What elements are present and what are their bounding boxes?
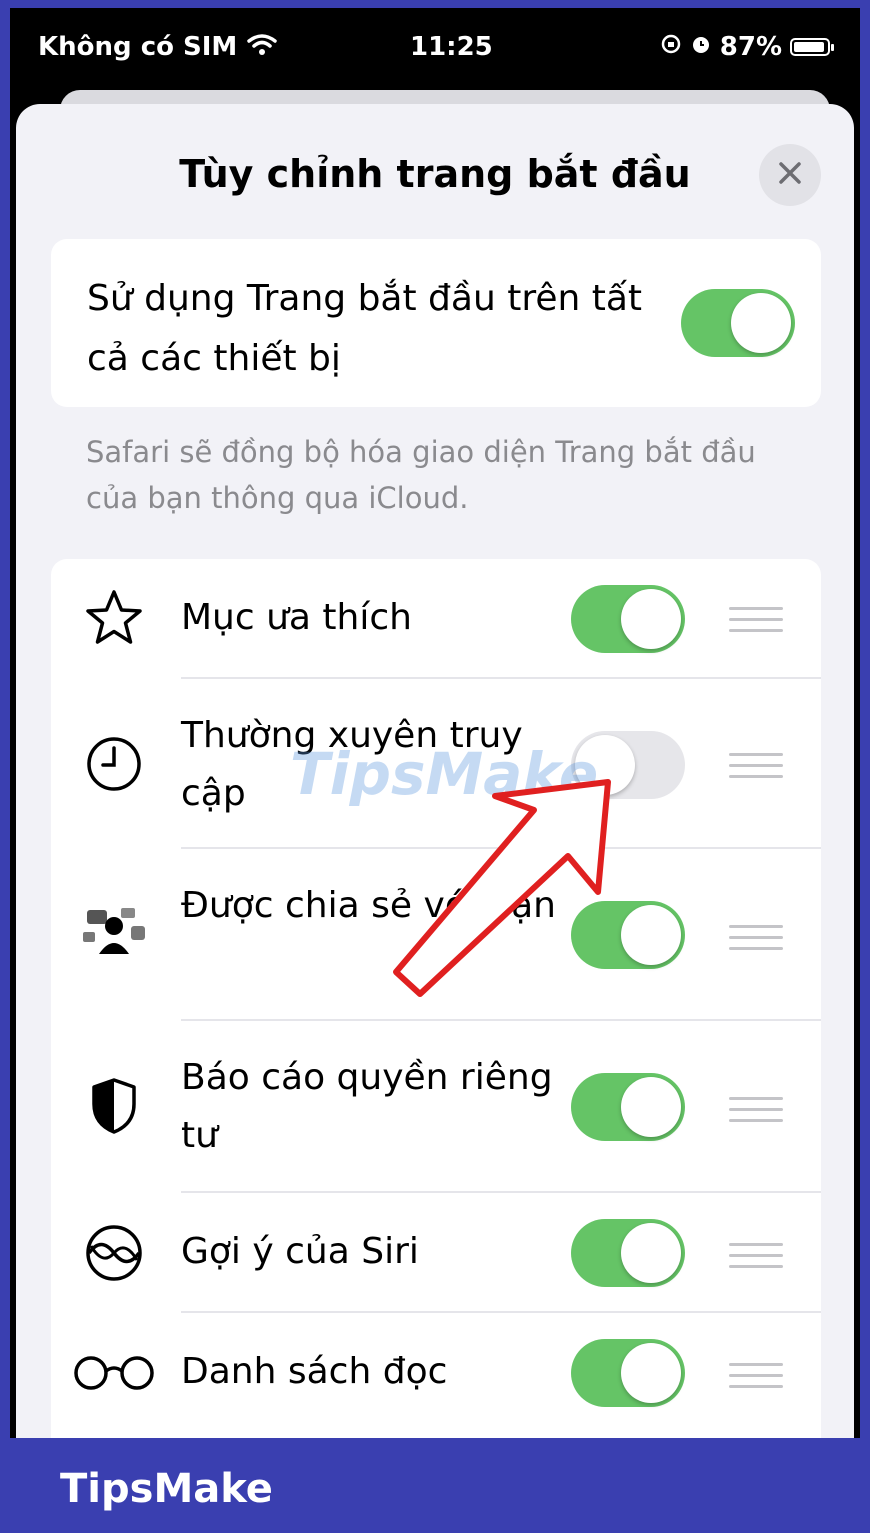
reorder-handle[interactable] [729, 607, 783, 637]
shared-with-you-toggle[interactable] [571, 901, 685, 969]
wifi-icon [247, 32, 278, 62]
reading-list-label: Danh sách đọc [181, 1351, 448, 1392]
sync-footnote: Safari sẽ đồng bộ hóa giao diện Trang bắ… [86, 435, 756, 515]
carrier-group: Không có SIM [38, 32, 278, 62]
shared-with-you-icon [79, 899, 149, 969]
reorder-handle[interactable] [729, 1243, 783, 1273]
status-bar: Không có SIM 11:25 87% [10, 8, 860, 88]
siri-suggestions-toggle[interactable] [571, 1219, 685, 1287]
privacy-report-label: Báo cáo quyền riêng tư [181, 1057, 553, 1156]
siri-icon [79, 1218, 149, 1288]
reorder-handle[interactable] [729, 1097, 783, 1127]
alarm-icon [690, 32, 712, 62]
favorites-toggle[interactable] [571, 585, 685, 653]
star-icon [79, 584, 149, 654]
favorites-label: Mục ưa thích [181, 597, 412, 638]
list-item-favorites: Mục ưa thích [51, 559, 821, 679]
sync-toggle[interactable] [681, 289, 795, 357]
reorder-handle[interactable] [729, 753, 783, 783]
privacy-shield-icon [79, 1071, 149, 1141]
carrier-label: Không có SIM [38, 32, 238, 62]
glasses-icon [71, 1338, 157, 1408]
orientation-lock-icon [660, 32, 682, 62]
reorder-handle[interactable] [729, 925, 783, 955]
shared-with-you-label: Được chia sẻ với bạn [181, 885, 556, 926]
battery-percent: 87% [719, 32, 782, 62]
brand-bar: TipsMake [0, 1438, 870, 1533]
list-item-privacy-report: Báo cáo quyền riêng tư [51, 1021, 821, 1193]
reading-list-toggle[interactable] [571, 1339, 685, 1407]
sync-card: Sử dụng Trang bắt đầu trên tất cả các th… [51, 239, 821, 407]
brand-label: TipsMake [60, 1466, 273, 1512]
privacy-report-toggle[interactable] [571, 1073, 685, 1141]
sections-list: Mục ưa thích Thường xuyên truy cập Được … [51, 559, 821, 1459]
clock-label: 11:25 [410, 32, 493, 62]
list-item-shared-with-you: Được chia sẻ với bạn [51, 849, 821, 1021]
watermark: TipsMake [290, 740, 599, 808]
close-icon [776, 159, 804, 192]
sheet-title: Tùy chỉnh trang bắt đầu [179, 152, 691, 196]
siri-suggestions-label: Gợi ý của Siri [181, 1231, 419, 1272]
close-button[interactable] [759, 144, 821, 206]
status-right: 87% [660, 32, 834, 62]
reorder-handle[interactable] [729, 1363, 783, 1393]
sync-label: Sử dụng Trang bắt đầu trên tất cả các th… [87, 278, 643, 379]
list-item-reading-list: Danh sách đọc [51, 1313, 821, 1433]
clock-icon [79, 729, 149, 799]
battery-icon [790, 38, 834, 56]
list-item-siri-suggestions: Gợi ý của Siri [51, 1193, 821, 1313]
